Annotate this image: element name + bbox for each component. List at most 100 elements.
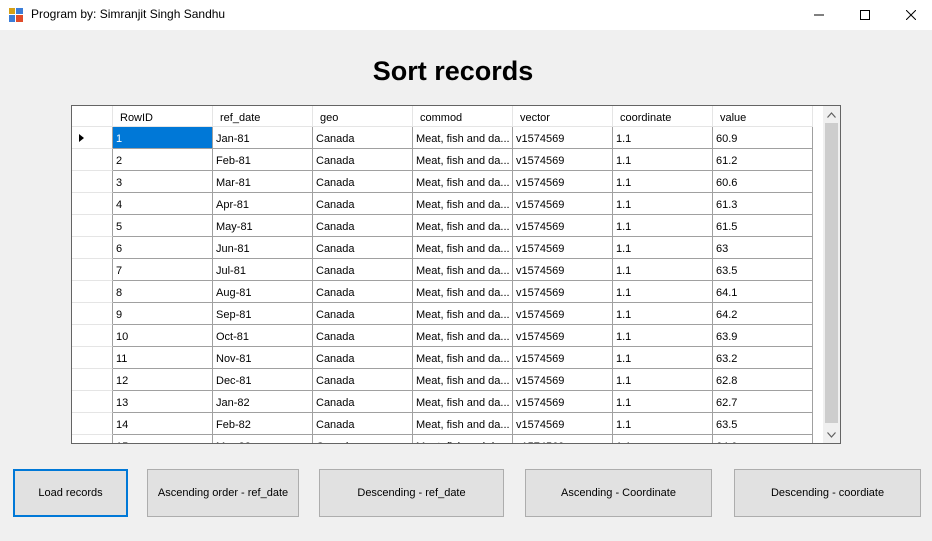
scroll-down-button[interactable] — [823, 426, 840, 443]
grid-cell[interactable]: v1574569 — [513, 391, 613, 413]
row-header[interactable] — [72, 347, 113, 369]
grid-cell[interactable]: v1574569 — [513, 149, 613, 171]
maximize-button[interactable] — [842, 0, 888, 30]
grid-cell[interactable]: 61.2 — [713, 149, 813, 171]
grid-cell[interactable]: Meat, fish and da... — [413, 149, 513, 171]
grid-cell[interactable]: Canada — [313, 369, 413, 391]
grid-cell[interactable]: v1574569 — [513, 325, 613, 347]
grid-cell[interactable]: 4 — [113, 193, 213, 215]
grid-cell[interactable]: Meat, fish and da... — [413, 347, 513, 369]
grid-cell[interactable]: Canada — [313, 391, 413, 413]
grid-cell[interactable]: 6 — [113, 237, 213, 259]
table-row[interactable]: 12 Dec-81 Canada Meat, fish and da... v15745… — [72, 369, 813, 391]
grid-cell[interactable]: 14 — [113, 413, 213, 435]
grid-cell[interactable]: Jun-81 — [213, 237, 313, 259]
grid-cell[interactable]: 64.0 — [713, 435, 813, 443]
grid-cell[interactable]: 61.5 — [713, 215, 813, 237]
grid-cell[interactable]: v1574569 — [513, 215, 613, 237]
grid-cell[interactable]: v1574569 — [513, 237, 613, 259]
grid-cell[interactable]: Canada — [313, 215, 413, 237]
grid-cell[interactable]: Apr-81 — [213, 193, 313, 215]
row-header[interactable] — [72, 391, 113, 413]
grid-cell[interactable]: 13 — [113, 391, 213, 413]
row-header[interactable] — [72, 193, 113, 215]
grid-cell[interactable]: 1.1 — [613, 281, 713, 303]
grid-cell[interactable]: Meat, fish and da... — [413, 413, 513, 435]
grid-cell[interactable]: 3 — [113, 171, 213, 193]
grid-cell[interactable]: Aug-81 — [213, 281, 313, 303]
grid-cell[interactable]: Meat, fish and da... — [413, 127, 513, 149]
grid-cell[interactable]: Meat, fish and da... — [413, 193, 513, 215]
grid-cell[interactable]: 1.1 — [613, 215, 713, 237]
grid-cell[interactable]: Meat, fish and da... — [413, 281, 513, 303]
grid-cell[interactable]: Jan-81 — [213, 127, 313, 149]
grid-cell[interactable]: 1.1 — [613, 303, 713, 325]
grid-cell[interactable]: v1574569 — [513, 281, 613, 303]
table-row[interactable]: 15Mar-82CanadaMeat, fish and da...v15745… — [72, 435, 813, 443]
column-header-commod[interactable]: commod — [413, 106, 513, 127]
load-records-button[interactable]: Load records — [13, 469, 128, 517]
grid-cell[interactable]: 63.5 — [713, 413, 813, 435]
grid-cell[interactable]: 1 — [113, 127, 213, 149]
grid-cell[interactable]: 15 — [113, 435, 213, 443]
column-header-geo[interactable]: geo — [313, 106, 413, 127]
grid-cell[interactable]: 63.9 — [713, 325, 813, 347]
grid-cell[interactable]: 63 — [713, 237, 813, 259]
grid-cell[interactable]: 7 — [113, 259, 213, 281]
table-row[interactable]: 5 May-81 Canada Meat, fish and da... v157456… — [72, 215, 813, 237]
row-header[interactable] — [72, 303, 113, 325]
grid-cell[interactable]: 10 — [113, 325, 213, 347]
grid-cell[interactable]: Meat, fish and da... — [413, 259, 513, 281]
row-header[interactable] — [72, 127, 113, 149]
ascending-coordinate-button[interactable]: Ascending - Coordinate — [525, 469, 712, 517]
grid-cell[interactable]: 60.9 — [713, 127, 813, 149]
grid-cell[interactable]: Canada — [313, 413, 413, 435]
records-grid[interactable]: RowID ref_date geo commod vector coordin… — [71, 105, 841, 444]
grid-cell[interactable]: v1574569 — [513, 347, 613, 369]
row-header[interactable] — [72, 413, 113, 435]
grid-cell[interactable]: Canada — [313, 325, 413, 347]
grid-cell[interactable]: 1.1 — [613, 237, 713, 259]
row-header[interactable] — [72, 171, 113, 193]
grid-cell[interactable]: Meat, fish and da... — [413, 303, 513, 325]
grid-cell[interactable]: 1.1 — [613, 391, 713, 413]
grid-cell[interactable]: Dec-81 — [213, 369, 313, 391]
row-header[interactable] — [72, 369, 113, 391]
close-button[interactable] — [888, 0, 932, 30]
row-header[interactable] — [72, 215, 113, 237]
grid-cell[interactable]: 63.2 — [713, 347, 813, 369]
grid-cell[interactable]: 2 — [113, 149, 213, 171]
minimize-button[interactable] — [796, 0, 842, 30]
grid-cell[interactable]: Canada — [313, 259, 413, 281]
scroll-up-button[interactable] — [823, 106, 840, 123]
table-row[interactable]: 11 Nov-81 Canada Meat, fish and da... v15745… — [72, 347, 813, 369]
grid-cell[interactable]: 11 — [113, 347, 213, 369]
grid-cell[interactable]: v1574569 — [513, 171, 613, 193]
grid-cell[interactable]: 1.1 — [613, 413, 713, 435]
grid-cell[interactable]: 64.1 — [713, 281, 813, 303]
grid-cell[interactable]: 12 — [113, 369, 213, 391]
row-header[interactable] — [72, 281, 113, 303]
grid-cell[interactable]: 1.1 — [613, 171, 713, 193]
grid-cell[interactable]: Canada — [313, 347, 413, 369]
grid-cell[interactable]: 1.1 — [613, 259, 713, 281]
grid-cell[interactable]: Canada — [313, 149, 413, 171]
column-header-ref-date[interactable]: ref_date — [213, 106, 313, 127]
grid-cell[interactable]: 62.8 — [713, 369, 813, 391]
grid-cell[interactable]: Meat, fish and da... — [413, 369, 513, 391]
grid-cell[interactable]: Meat, fish and da... — [413, 215, 513, 237]
grid-cell[interactable]: Feb-81 — [213, 149, 313, 171]
descending-coordinate-button[interactable]: Descending - coordiate — [734, 469, 921, 517]
scrollbar-thumb[interactable] — [825, 123, 838, 423]
grid-cell[interactable]: 62.7 — [713, 391, 813, 413]
grid-cell[interactable]: 60.6 — [713, 171, 813, 193]
grid-cell[interactable]: v1574569 — [513, 369, 613, 391]
grid-cell[interactable]: Canada — [313, 127, 413, 149]
ascending-ref-date-button[interactable]: Ascending order - ref_date — [147, 469, 299, 517]
row-header[interactable] — [72, 259, 113, 281]
row-header[interactable] — [72, 237, 113, 259]
grid-cell[interactable]: Meat, fish and da... — [413, 171, 513, 193]
table-row[interactable]: 6 Jun-81 Canada Meat, fish and da... v157456… — [72, 237, 813, 259]
table-row[interactable]: 2 Feb-81 Canada Meat, fish and da... v157456… — [72, 149, 813, 171]
table-row[interactable]: 8 Aug-81 Canada Meat, fish and da... v157456… — [72, 281, 813, 303]
